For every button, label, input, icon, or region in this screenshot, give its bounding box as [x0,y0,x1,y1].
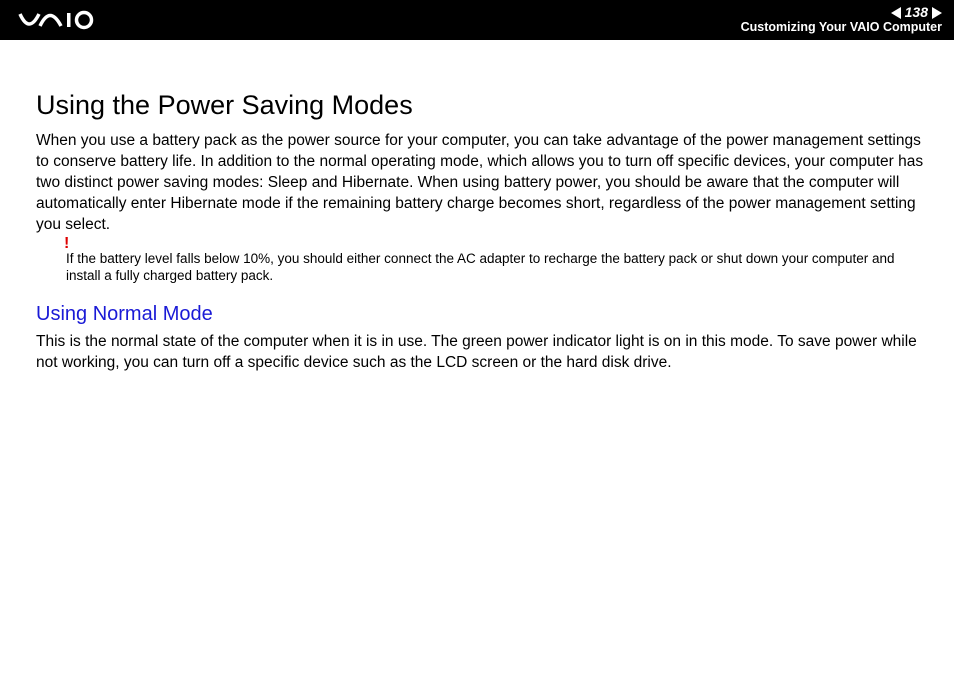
warning-text: If the battery level falls below 10%, yo… [66,251,894,284]
sub-paragraph: This is the normal state of the computer… [36,332,924,374]
warning-note: ! If the battery level falls below 10%, … [66,250,924,285]
page-number: 138 [905,5,928,20]
intro-paragraph: When you use a battery pack as the power… [36,131,924,236]
page-nav: 138 [741,5,942,20]
page-title: Using the Power Saving Modes [36,90,924,121]
breadcrumb[interactable]: Customizing Your VAIO Computer [741,21,942,35]
header-right: 138 Customizing Your VAIO Computer [741,5,942,35]
next-page-icon[interactable] [932,7,942,19]
page-content: Using the Power Saving Modes When you us… [0,40,954,374]
prev-page-icon[interactable] [891,7,901,19]
subheading: Using Normal Mode [36,303,924,326]
header-bar: 138 Customizing Your VAIO Computer [0,0,954,40]
vaio-logo-svg [14,10,124,30]
vaio-logo [14,10,124,30]
warning-icon: ! [64,234,69,255]
